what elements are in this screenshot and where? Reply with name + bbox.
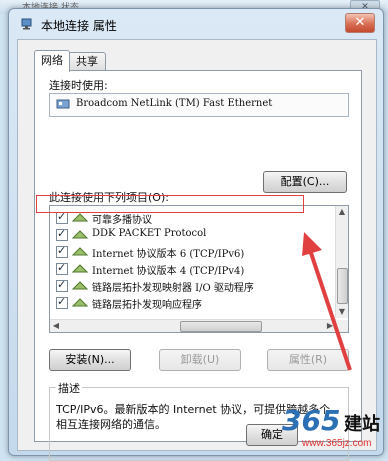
adapter-name: Broadcom NetLink (TM) Fast Ethernet: [76, 98, 273, 109]
ipv4-highlight-box: [36, 195, 304, 213]
scroll-thumb[interactable]: [180, 321, 262, 332]
uninstall-button[interactable]: 卸载(U): [159, 349, 241, 371]
scroll-left-icon[interactable]: ◀: [50, 320, 62, 332]
list-item[interactable]: 链路层拓扑发现映射器 I/O 驱动程序: [50, 277, 336, 294]
item-label: Internet 协议版本 4 (TCP/IPv4): [92, 266, 245, 277]
description-legend: 描述: [56, 380, 82, 396]
item-label: Internet 协议版本 6 (TCP/IPv6): [92, 249, 245, 260]
item-label: 可靠多播协议: [92, 215, 152, 226]
scroll-up-icon[interactable]: ▲: [336, 206, 348, 218]
watermark-word: 建站: [344, 414, 380, 435]
protocol-icon: [72, 298, 88, 307]
list-item[interactable]: 链路层拓扑发现响应程序: [50, 294, 336, 311]
protocol-icon: [72, 281, 88, 290]
annotation-arrow-icon: [302, 232, 352, 371]
dialog-title: 本地连接 属性: [41, 19, 117, 33]
install-button[interactable]: 安装(N)...: [49, 349, 131, 371]
horizontal-scrollbar[interactable]: ◀ ▶: [50, 319, 336, 332]
network-adapter-icon: [56, 99, 70, 109]
adapter-box: Broadcom NetLink (TM) Fast Ethernet: [49, 93, 349, 117]
close-button[interactable]: ✕: [345, 13, 375, 33]
checkbox[interactable]: [56, 295, 68, 309]
checkbox[interactable]: [56, 261, 68, 275]
list-item-ipv4[interactable]: Internet 协议版本 4 (TCP/IPv4): [50, 260, 336, 277]
site-watermark-logo: 365 建站 www.365jz.com: [282, 404, 388, 454]
connect-using-label: 连接时使用:: [49, 79, 108, 92]
checkbox[interactable]: [56, 244, 68, 258]
network-connection-icon: [21, 18, 32, 30]
configure-button[interactable]: 配置(C)...: [263, 171, 347, 193]
checkbox[interactable]: [56, 227, 68, 241]
watermark-url: www.365jz.com: [302, 438, 372, 449]
checkbox[interactable]: [56, 278, 68, 292]
tab-network[interactable]: 网络: [34, 50, 70, 72]
protocol-icon: [72, 247, 88, 256]
protocol-icon: [72, 230, 88, 239]
protocol-icon: [72, 213, 88, 222]
item-label: DDK PACKET Protocol: [92, 228, 207, 239]
tab-sharing[interactable]: 共享: [68, 52, 106, 71]
item-label: 链路层拓扑发现映射器 I/O 驱动程序: [92, 283, 254, 294]
list-item[interactable]: DDK PACKET Protocol: [50, 226, 336, 243]
watermark-number: 365: [282, 404, 341, 437]
protocol-icon: [72, 264, 88, 273]
list-item[interactable]: Internet 协议版本 6 (TCP/IPv6): [50, 243, 336, 260]
item-label: 链路层拓扑发现响应程序: [92, 300, 202, 311]
checkbox[interactable]: [56, 210, 68, 224]
dialog-titlebar: 本地连接 属性 ✕: [9, 9, 383, 37]
